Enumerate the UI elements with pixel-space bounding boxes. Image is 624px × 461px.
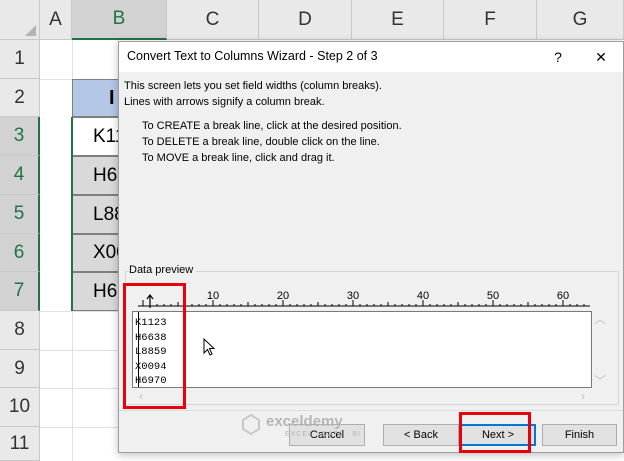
ruler-label-30: 30 <box>347 290 359 302</box>
highlight-break-line-box <box>123 283 186 409</box>
column-header-a[interactable]: A <box>40 0 72 40</box>
watermark-tagline: EXCEL · DATA · BI <box>285 431 361 438</box>
ruler-label-50: 50 <box>487 290 499 302</box>
instruction-create: To CREATE a break line, click at the des… <box>142 120 402 132</box>
cell-b5[interactable]: L88 <box>72 195 125 234</box>
cell-b6[interactable]: X00 <box>72 234 127 272</box>
finish-button[interactable]: Finish <box>542 424 617 446</box>
cell-b7[interactable]: H69 <box>72 272 128 311</box>
intro-line-1: This screen lets you set field widths (c… <box>124 80 382 92</box>
ruler-label-60: 60 <box>557 290 569 302</box>
cell-b4[interactable]: H66 <box>72 156 128 195</box>
row-header-1[interactable]: 1 <box>0 40 40 79</box>
preview-line: K1123 <box>135 317 167 329</box>
highlight-next-button-box <box>459 412 531 453</box>
column-header-f[interactable]: F <box>444 0 537 40</box>
column-header-c[interactable]: C <box>167 0 259 40</box>
help-icon: ? <box>554 49 562 65</box>
column-header-b[interactable]: B <box>72 0 167 40</box>
dialog-title-bar[interactable]: Convert Text to Columns Wizard - Step 2 … <box>119 42 623 72</box>
preview-line: X0094 <box>135 360 167 373</box>
column-ruler[interactable]: 10 20 30 40 50 60 <box>132 290 592 308</box>
scroll-up-icon[interactable]: ︿ <box>592 311 608 326</box>
row-header-9[interactable]: 9 <box>0 350 40 388</box>
row-header-5[interactable]: 5 <box>0 195 40 234</box>
row-header-10[interactable]: 10 <box>0 388 40 427</box>
mouse-pointer-icon <box>203 338 216 356</box>
preview-line: H6970 <box>135 375 167 387</box>
preview-horizontal-scrollbar[interactable]: ‹ › <box>132 388 592 404</box>
row-header-2[interactable]: 2 <box>0 79 40 117</box>
selection-border <box>71 117 73 311</box>
help-button[interactable]: ? <box>547 46 569 68</box>
text-to-columns-dialog: Convert Text to Columns Wizard - Step 2 … <box>118 41 624 453</box>
watermark-brand: exceldemy <box>266 413 343 430</box>
column-header-e[interactable]: E <box>352 0 444 40</box>
row-header-7[interactable]: 7 <box>0 272 40 311</box>
close-button[interactable]: ✕ <box>590 46 612 68</box>
row-header-4[interactable]: 4 <box>0 156 40 195</box>
instruction-delete: To DELETE a break line, double click on … <box>142 136 380 148</box>
ruler-label-40: 40 <box>417 290 429 302</box>
back-button[interactable]: < Back <box>383 424 459 446</box>
column-header-d[interactable]: D <box>259 0 352 40</box>
row-header-6[interactable]: 6 <box>0 234 40 272</box>
intro-line-2: Lines with arrows signify a column break… <box>124 96 325 108</box>
column-header-g[interactable]: G <box>537 0 624 40</box>
preview-vertical-scrollbar[interactable]: ︿ ﹀ <box>592 311 608 388</box>
instruction-move: To MOVE a break line, click and drag it. <box>142 152 335 164</box>
row-header-8[interactable]: 8 <box>0 311 40 350</box>
data-preview-label: Data preview <box>129 264 197 276</box>
footer-separator <box>119 410 623 411</box>
scroll-down-icon[interactable]: ﹀ <box>592 373 608 388</box>
data-preview-box[interactable]: K1123 H6638 L8859 X0094 H6970 <box>132 311 592 388</box>
ruler-label-10: 10 <box>207 290 219 302</box>
select-all-corner[interactable] <box>0 0 40 40</box>
ruler-label-20: 20 <box>277 290 289 302</box>
scroll-right-icon[interactable]: › <box>576 389 590 403</box>
dialog-title: Convert Text to Columns Wizard - Step 2 … <box>127 49 378 63</box>
exceldemy-logo-icon <box>242 413 260 435</box>
row-header-11[interactable]: 11 <box>0 427 40 461</box>
close-icon: ✕ <box>595 48 607 65</box>
row-header-3[interactable]: 3 <box>0 117 40 156</box>
cell-b2-header[interactable]: I <box>72 79 122 117</box>
select-all-triangle-icon <box>25 25 36 36</box>
cell-b3[interactable]: K11 <box>72 117 125 156</box>
